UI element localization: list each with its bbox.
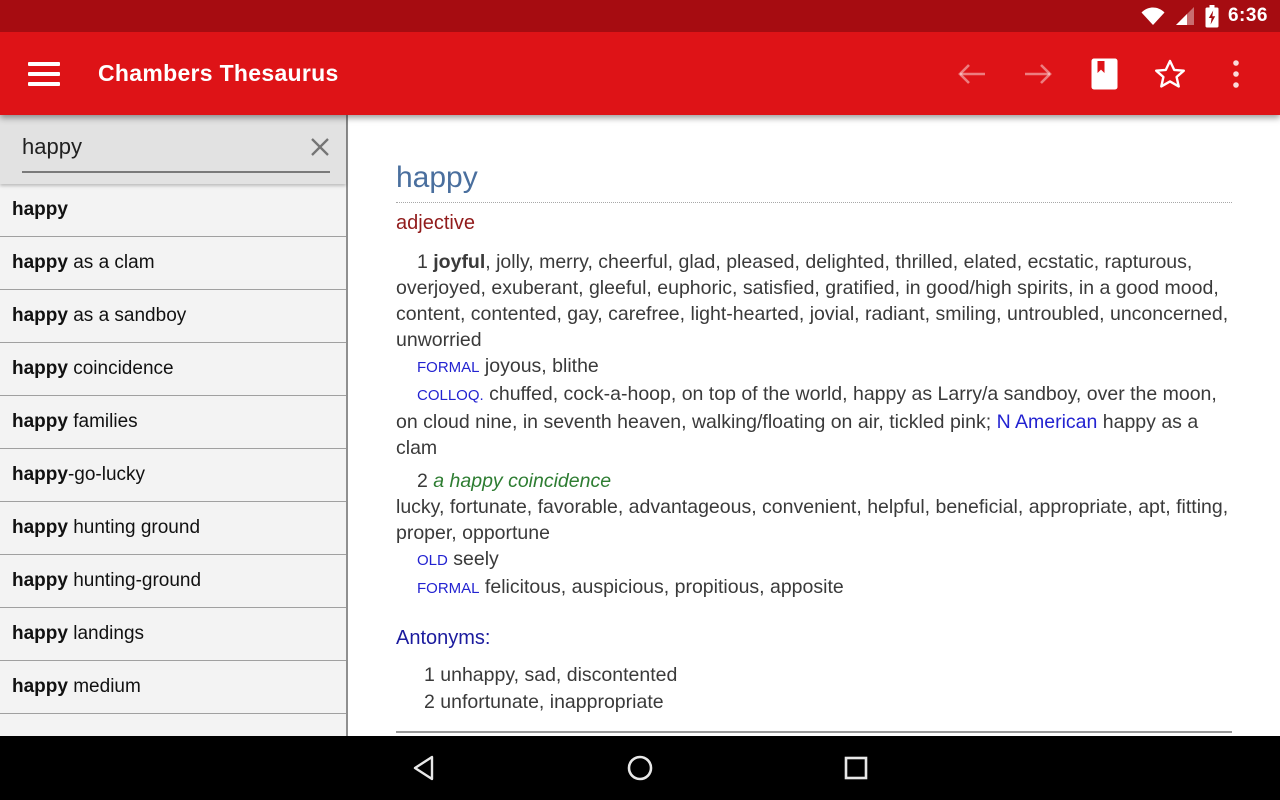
headword: happy (396, 161, 1232, 203)
antonym-item: 2 unfortunate, inappropriate (396, 689, 1232, 716)
entry-panel: happy adjective 1 joyful, jolly, merry, … (350, 115, 1280, 736)
search-underline (22, 171, 330, 173)
search-input[interactable] (22, 129, 308, 165)
sense-1: 1 joyful, jolly, merry, cheerful, glad, … (396, 249, 1232, 461)
recents-icon[interactable] (839, 753, 873, 783)
suggestion-list: happy happy as a clam happy as a sandboy… (0, 184, 346, 736)
favorite-star-icon[interactable] (1152, 56, 1188, 92)
example-phrase: a happy coincidence (433, 470, 611, 492)
register-label: OLD (417, 552, 448, 569)
back-icon[interactable] (407, 753, 441, 783)
list-item[interactable]: happy medium (0, 661, 346, 714)
sense-keyword: joyful (433, 251, 485, 273)
list-item[interactable]: happy-go-lucky (0, 449, 346, 502)
status-bar: 6:36 (0, 0, 1280, 32)
sense-2-formal: FORMAL felicitous, auspicious, propitiou… (396, 574, 1232, 602)
home-icon[interactable] (623, 753, 657, 783)
app-bar-actions (954, 56, 1254, 92)
sense-2-old: OLD seely (396, 546, 1232, 574)
overflow-menu-icon[interactable] (1218, 56, 1254, 92)
bookmarks-icon[interactable] (1086, 56, 1122, 92)
forward-arrow-icon[interactable] (1020, 56, 1056, 92)
sense-2-example: 2 a happy coincidence (396, 468, 1232, 494)
sense-2-synonyms: lucky, fortunate, favorable, advantageou… (396, 494, 1232, 546)
list-item[interactable]: happy hunting ground (0, 502, 346, 555)
list-item[interactable]: happy hunting-ground (0, 555, 346, 608)
sidebar: happy happy as a clam happy as a sandboy… (0, 115, 348, 736)
cellular-signal-icon (1174, 7, 1196, 26)
sense-2: 2 a happy coincidence lucky, fortunate, … (396, 468, 1232, 602)
list-item[interactable]: happy (0, 184, 346, 237)
list-item[interactable]: happy coincidence (0, 343, 346, 396)
part-of-speech: adjective (396, 212, 1232, 235)
list-item[interactable]: happy as a sandboy (0, 290, 346, 343)
list-item[interactable]: happy as a clam (0, 237, 346, 290)
senses: 1 joyful, jolly, merry, cheerful, glad, … (396, 249, 1232, 602)
sense-1-synonyms: 1 joyful, jolly, merry, cheerful, glad, … (396, 249, 1232, 353)
close-icon[interactable] (306, 133, 334, 161)
search-area (0, 115, 346, 184)
register-label: COLLOQ. (417, 387, 484, 404)
app-title: Chambers Thesaurus (98, 60, 954, 87)
list-item[interactable]: happy landings (0, 608, 346, 661)
back-arrow-icon[interactable] (954, 56, 990, 92)
wifi-icon (1141, 7, 1165, 26)
sense-1-colloq: COLLOQ. chuffed, cock-a-hoop, on top of … (396, 381, 1232, 461)
antonyms-list: 1 unhappy, sad, discontented 2 unfortuna… (396, 662, 1232, 715)
app-screen: 6:36 Chambers Thesaurus (0, 0, 1280, 800)
battery-charging-icon (1205, 5, 1219, 28)
register-label: FORMAL (417, 359, 480, 376)
menu-icon[interactable] (28, 62, 60, 86)
register-label: FORMAL (417, 580, 480, 597)
antonym-item: 1 unhappy, sad, discontented (396, 662, 1232, 689)
entry-divider (396, 731, 1232, 733)
antonyms-heading: Antonyms: (396, 627, 1232, 650)
region-label: N American (997, 411, 1098, 433)
sense-1-formal: FORMAL joyous, blithe (396, 353, 1232, 381)
navigation-bar (0, 736, 1280, 800)
list-item-partial[interactable] (0, 714, 346, 736)
status-time: 6:36 (1228, 5, 1268, 27)
app-bar: Chambers Thesaurus (0, 32, 1280, 115)
list-item[interactable]: happy families (0, 396, 346, 449)
